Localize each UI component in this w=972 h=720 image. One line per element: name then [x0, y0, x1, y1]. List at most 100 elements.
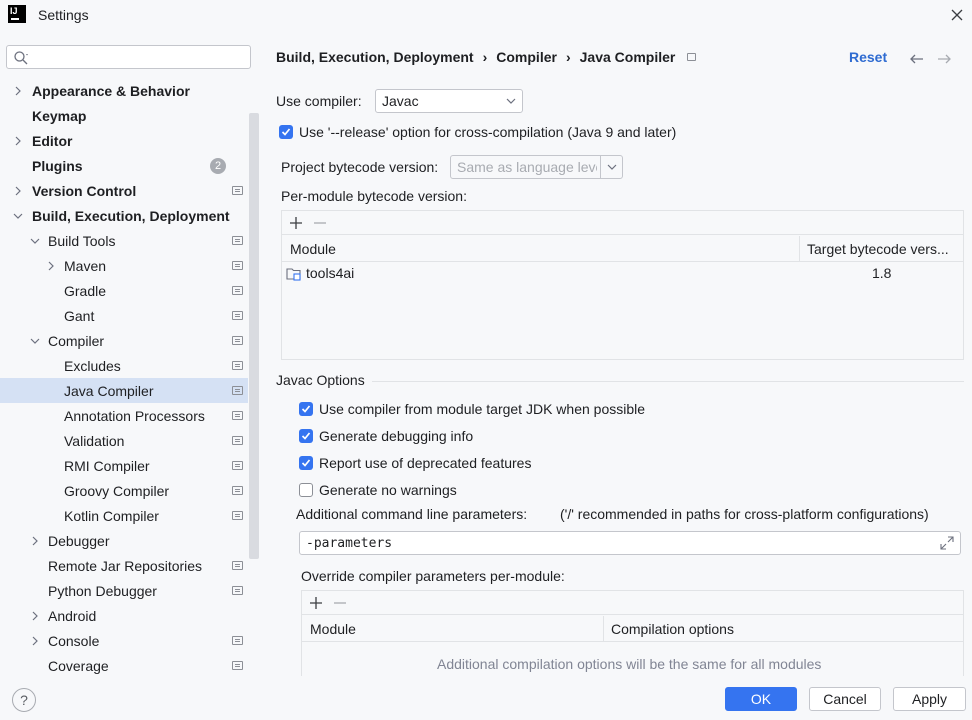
sidebar-item-build-execution-deployment[interactable]: Build, Execution, Deployment: [0, 203, 248, 228]
sidebar-item-label: Build, Execution, Deployment: [32, 207, 230, 224]
table-header: Module Compilation options: [302, 616, 963, 642]
column-divider[interactable]: [603, 616, 604, 642]
sidebar-item-kotlin-compiler[interactable]: Kotlin Compiler: [0, 503, 248, 528]
settings-sidebar: Appearance & Behavior Keymap Editor Plug…: [0, 36, 260, 676]
sidebar-item-annotation-processors[interactable]: Annotation Processors: [0, 403, 248, 428]
sidebar-item-version-control[interactable]: Version Control: [0, 178, 248, 203]
project-bytecode-select[interactable]: Same as language leve: [450, 155, 623, 179]
breadcrumb-item[interactable]: Build, Execution, Deployment: [276, 49, 474, 65]
project-settings-icon: [232, 286, 243, 295]
sidebar-item-label: Appearance & Behavior: [32, 82, 190, 99]
generate-no-warnings-checkbox[interactable]: [299, 483, 313, 497]
remove-icon[interactable]: [332, 595, 348, 611]
project-bytecode-value: Same as language leve: [457, 159, 597, 175]
release-option-checkbox[interactable]: [279, 125, 293, 139]
chevron-right-icon[interactable]: [45, 260, 57, 272]
sidebar-scrollbar[interactable]: [249, 113, 259, 559]
sidebar-item-validation[interactable]: Validation: [0, 428, 248, 453]
sidebar-item-excludes[interactable]: Excludes: [0, 353, 248, 378]
project-settings-icon: [232, 186, 243, 195]
expand-icon[interactable]: [940, 536, 954, 550]
sidebar-item-label: Build Tools: [48, 232, 116, 249]
chevron-down-icon: [506, 98, 516, 104]
settings-search-field[interactable]: [6, 45, 251, 69]
sidebar-item-plugins[interactable]: Plugins 2: [0, 153, 248, 178]
cancel-button[interactable]: Cancel: [809, 687, 881, 711]
sidebar-item-rmi-compiler[interactable]: RMI Compiler: [0, 453, 248, 478]
report-deprecated-checkbox[interactable]: [299, 456, 313, 470]
sidebar-item-label: Java Compiler: [64, 382, 154, 399]
sidebar-item-android[interactable]: Android: [0, 603, 248, 628]
chevron-down-icon[interactable]: [12, 210, 24, 222]
chevron-right-icon[interactable]: [29, 535, 41, 547]
chevron-right-icon[interactable]: [29, 635, 41, 647]
release-option-label[interactable]: Use '--release' option for cross-compila…: [299, 124, 676, 140]
sidebar-item-coverage[interactable]: Coverage: [0, 653, 248, 676]
column-divider[interactable]: [799, 236, 800, 262]
sidebar-item-build-tools[interactable]: Build Tools: [0, 228, 248, 253]
ok-button[interactable]: OK: [725, 687, 797, 711]
column-header-target-bytecode[interactable]: Target bytecode vers...: [807, 241, 949, 257]
sidebar-item-editor[interactable]: Editor: [0, 128, 248, 153]
column-header-module[interactable]: Module: [290, 241, 336, 257]
sidebar-item-python-debugger[interactable]: Python Debugger: [0, 578, 248, 603]
table-row[interactable]: tools4ai 1.8: [282, 263, 963, 285]
remove-icon[interactable]: [312, 215, 328, 231]
breadcrumb-item[interactable]: Compiler: [496, 49, 557, 65]
option-label[interactable]: Report use of deprecated features: [319, 455, 531, 471]
project-settings-icon: [232, 586, 243, 595]
sidebar-item-label: Excludes: [64, 357, 121, 374]
section-divider: [372, 381, 964, 382]
sidebar-item-remote-jar-repositories[interactable]: Remote Jar Repositories: [0, 553, 248, 578]
help-button[interactable]: ?: [12, 688, 36, 712]
generate-debugging-info-checkbox[interactable]: [299, 429, 313, 443]
chevron-right-icon[interactable]: [12, 85, 24, 97]
sidebar-item-label: Editor: [32, 132, 73, 149]
option-label[interactable]: Generate no warnings: [319, 482, 457, 498]
chevron-right-icon[interactable]: [12, 135, 24, 147]
sidebar-item-gradle[interactable]: Gradle: [0, 278, 248, 303]
sidebar-item-label: Maven: [64, 257, 107, 274]
compiler-select[interactable]: Javac: [375, 89, 523, 113]
project-settings-icon: [232, 561, 243, 570]
sidebar-item-gant[interactable]: Gant: [0, 303, 248, 328]
sidebar-item-label: RMI Compiler: [64, 457, 150, 474]
project-settings-icon: [232, 311, 243, 320]
column-header-compilation-options[interactable]: Compilation options: [611, 621, 734, 637]
java-compiler-settings-panel: Build, Execution, Deployment › Compiler …: [262, 36, 972, 676]
sidebar-item-compiler[interactable]: Compiler: [0, 328, 248, 353]
use-module-target-jdk-checkbox[interactable]: [299, 402, 313, 416]
javac-options-title: Javac Options: [276, 372, 365, 388]
sidebar-item-label: Validation: [64, 432, 125, 449]
sidebar-item-label: Kotlin Compiler: [64, 507, 159, 524]
sidebar-item-label: Compiler: [48, 332, 105, 349]
back-arrow-icon[interactable]: [908, 50, 926, 68]
close-icon[interactable]: [946, 4, 968, 26]
sidebar-item-console[interactable]: Console: [0, 628, 248, 653]
option-label[interactable]: Generate debugging info: [319, 428, 473, 444]
apply-button[interactable]: Apply: [893, 687, 966, 711]
chevron-down-icon[interactable]: [29, 335, 41, 347]
project-settings-icon: [232, 436, 243, 445]
sidebar-item-debugger[interactable]: Debugger: [0, 528, 248, 553]
chevron-right-icon[interactable]: [29, 610, 41, 622]
sidebar-item-appearance-behavior[interactable]: Appearance & Behavior: [0, 78, 248, 103]
chevron-down-icon[interactable]: [29, 235, 41, 247]
sidebar-item-keymap[interactable]: Keymap: [0, 103, 248, 128]
sidebar-item-java-compiler[interactable]: Java Compiler: [0, 378, 248, 403]
forward-arrow-icon[interactable]: [935, 50, 953, 68]
project-settings-icon: [687, 53, 697, 61]
add-icon[interactable]: [288, 215, 304, 231]
target-bytecode-value[interactable]: 1.8: [872, 265, 891, 281]
breadcrumb-separator: ›: [482, 49, 488, 65]
sidebar-item-groovy-compiler[interactable]: Groovy Compiler: [0, 478, 248, 503]
search-input[interactable]: [33, 48, 243, 66]
add-icon[interactable]: [308, 595, 324, 611]
reset-link[interactable]: Reset: [849, 49, 887, 65]
empty-table-text: Additional compilation options will be t…: [437, 656, 822, 672]
sidebar-item-maven[interactable]: Maven: [0, 253, 248, 278]
option-label[interactable]: Use compiler from module target JDK when…: [319, 401, 645, 417]
column-header-module[interactable]: Module: [310, 621, 356, 637]
additional-params-input[interactable]: -parameters: [299, 531, 961, 555]
chevron-right-icon[interactable]: [12, 185, 24, 197]
